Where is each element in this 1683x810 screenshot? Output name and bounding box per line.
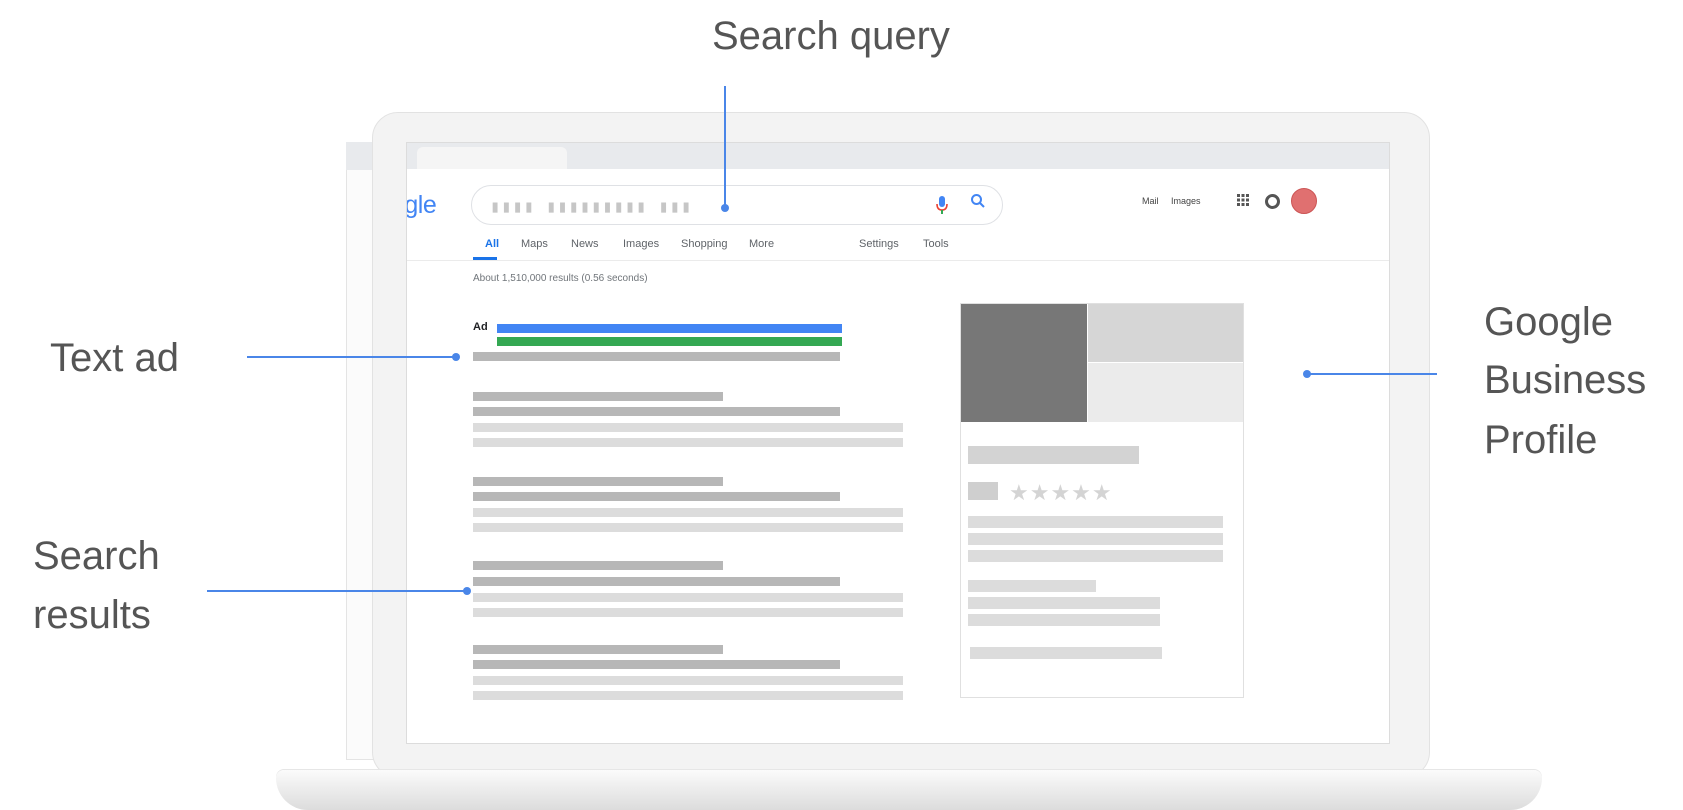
result-title-bar[interactable]	[473, 477, 723, 486]
search-query-connector	[724, 86, 726, 210]
ad-headline-bar[interactable]	[497, 324, 842, 333]
callout-search-results-line1: Search	[33, 534, 160, 578]
gbp-marker	[1303, 370, 1311, 378]
result-snippet-bar	[473, 691, 903, 700]
browser-screen: ogle ▮▮▮▮ ▮▮▮▮▮▮▮▮▮ ▮▮▮ Mail Images All	[406, 142, 1390, 744]
result-snippet-bar	[473, 676, 903, 685]
google-logo[interactable]: ogle	[407, 191, 437, 220]
business-profile-panel[interactable]: ★★★★★	[960, 303, 1244, 698]
callout-gbp-line1: Google	[1484, 300, 1613, 344]
result-snippet-bar	[473, 423, 903, 432]
result-snippet-bar	[473, 608, 903, 617]
mic-icon[interactable]	[936, 195, 948, 220]
search-results-marker	[463, 587, 471, 595]
search-query-text: ▮▮▮▮ ▮▮▮▮▮▮▮▮▮ ▮▮▮	[490, 197, 693, 217]
browser-tab[interactable]	[417, 147, 567, 169]
ad-url-bar[interactable]	[497, 337, 842, 346]
profile-photo-main[interactable]	[961, 304, 1087, 422]
result-snippet-bar	[473, 438, 903, 447]
profile-detail-bar	[968, 580, 1096, 592]
result-title-bar[interactable]	[473, 392, 723, 401]
rating-value-placeholder	[968, 482, 998, 500]
text-ad-marker	[452, 353, 460, 361]
result-snippet-bar	[473, 523, 903, 532]
mail-link[interactable]: Mail	[1142, 196, 1159, 206]
laptop-base	[276, 770, 1542, 810]
images-link[interactable]: Images	[1171, 196, 1201, 206]
tab-maps[interactable]: Maps	[521, 238, 548, 250]
star-rating: ★★★★★	[1009, 480, 1113, 505]
result-url-bar	[473, 492, 840, 501]
tab-news[interactable]: News	[571, 238, 599, 250]
search-results-connector	[207, 590, 468, 592]
tab-all[interactable]: All	[485, 238, 499, 250]
apps-grid-icon[interactable]	[1237, 193, 1249, 209]
tab-tools[interactable]: Tools	[923, 238, 949, 250]
callout-text-ad: Text ad	[50, 336, 179, 380]
nav-divider	[407, 260, 1389, 261]
ad-label: Ad	[473, 321, 488, 333]
result-url-bar	[473, 577, 840, 586]
result-url-bar	[473, 660, 840, 669]
ad-description-bar	[473, 352, 840, 361]
tab-shopping[interactable]: Shopping	[681, 238, 728, 250]
search-input[interactable]: ▮▮▮▮ ▮▮▮▮▮▮▮▮▮ ▮▮▮	[471, 185, 1003, 225]
browser-tab-strip	[407, 143, 1389, 169]
text-ad-connector	[247, 356, 457, 358]
result-title-bar[interactable]	[473, 561, 723, 570]
tab-more[interactable]: More	[749, 238, 774, 250]
profile-detail-bar	[968, 516, 1223, 528]
avatar[interactable]	[1291, 188, 1317, 214]
callout-search-results-line2: results	[33, 593, 151, 637]
result-snippet-bar	[473, 508, 903, 517]
search-query-marker	[721, 204, 729, 212]
search-icon[interactable]	[970, 193, 986, 214]
result-stats: About 1,510,000 results (0.56 seconds)	[473, 273, 648, 284]
result-snippet-bar	[473, 593, 903, 602]
profile-detail-bar	[968, 533, 1223, 545]
profile-map-thumbnail[interactable]	[1088, 363, 1243, 422]
callout-gbp-line2: Business	[1484, 358, 1647, 402]
tab-settings[interactable]: Settings	[859, 238, 899, 250]
notifications-icon[interactable]	[1265, 194, 1280, 209]
profile-detail-bar	[970, 647, 1162, 659]
profile-photo-secondary[interactable]	[1088, 304, 1243, 362]
gbp-connector	[1307, 373, 1437, 375]
profile-detail-bar	[968, 614, 1160, 626]
result-title-bar[interactable]	[473, 645, 723, 654]
tab-images[interactable]: Images	[623, 238, 659, 250]
result-url-bar	[473, 407, 840, 416]
profile-detail-bar	[968, 597, 1160, 609]
callout-search-query: Search query	[712, 14, 950, 58]
profile-detail-bar	[968, 550, 1223, 562]
callout-gbp-line3: Profile	[1484, 418, 1598, 462]
profile-name-bar	[968, 446, 1139, 464]
